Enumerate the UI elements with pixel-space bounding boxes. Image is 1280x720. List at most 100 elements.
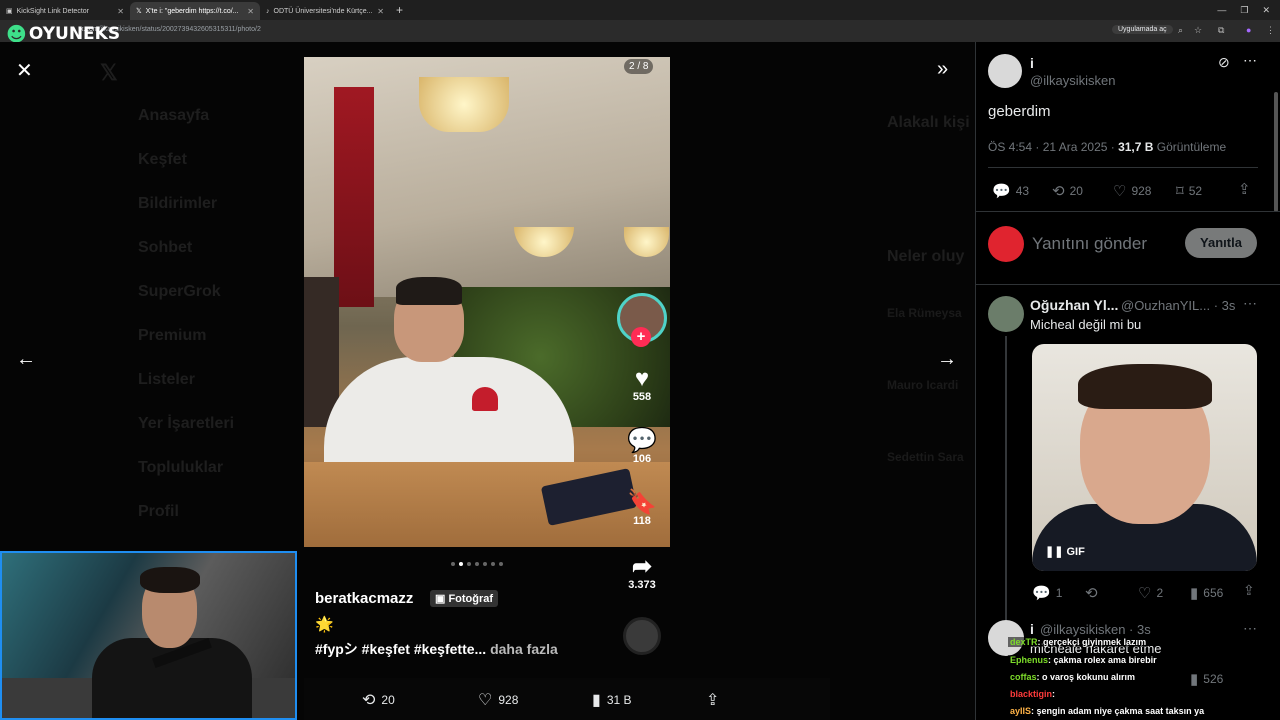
divider (976, 211, 1280, 212)
menu-icon[interactable]: ⋮ (1266, 25, 1275, 36)
related-heading: Alakalı kişi (887, 114, 970, 131)
chat-message: blacktigin: (1008, 689, 1058, 699)
reply-icon: 💬 (992, 183, 1011, 200)
carousel-dot[interactable] (499, 562, 503, 566)
retweet-icon: ⟲ (1052, 183, 1065, 200)
more-options-icon[interactable]: ⋯ (1243, 52, 1257, 69)
prev-arrow-icon[interactable]: ← (16, 348, 36, 371)
like-action[interactable]: ♥ 558 (624, 367, 660, 404)
carousel-dot[interactable] (451, 562, 455, 566)
share-button[interactable]: ⇪ (706, 690, 719, 710)
author-avatar[interactable] (988, 54, 1022, 88)
reply-button[interactable]: Yanıtla (1185, 228, 1257, 258)
close-tab-icon[interactable]: ✕ (247, 7, 254, 16)
more-options-icon[interactable]: ⋯ (1243, 620, 1257, 637)
close-window-icon[interactable]: ✕ (1262, 5, 1270, 16)
reply2-views[interactable]: ▮ 526 (1190, 670, 1223, 688)
author-name[interactable]: i (1030, 55, 1034, 71)
scrollbar[interactable] (1274, 92, 1278, 212)
browser-tab[interactable]: ▣ KickSight Link Detector ✕ (0, 2, 130, 20)
reply-retweet[interactable]: ⟲ (1085, 584, 1098, 602)
reply-author-name[interactable]: Oğuzhan Yl... (1030, 297, 1118, 313)
save-action[interactable]: 🔖 118 (624, 489, 660, 528)
gif-hair (1078, 364, 1212, 409)
retweet-count[interactable]: ⟲ 20 (1052, 182, 1083, 200)
like-button[interactable]: ♡ 928 (478, 690, 518, 710)
chat-message: dexTR: gerçekçi giyinmek lazım (1008, 637, 1149, 647)
nav-notifications: Bildirimler (138, 195, 218, 212)
browser-tab[interactable]: ♪ ODTÜ Üniversitesi'nde Kürtçe... ✕ (260, 2, 390, 20)
retweet-icon: ⟲ (362, 692, 376, 709)
carousel-dot[interactable] (467, 562, 471, 566)
carousel-dot[interactable] (491, 562, 495, 566)
reply2-author-name[interactable]: i (1030, 621, 1034, 637)
caption-emoji: 🌟 (315, 616, 334, 633)
nav-bookmarks: Yer İşaretleri (138, 415, 235, 432)
address-bar[interactable]: x.com/ilkaysikisken/status/2002739432605… (0, 20, 1280, 42)
reply-count[interactable]: 💬 43 (992, 182, 1029, 200)
reply-gif[interactable] (1032, 344, 1257, 571)
retweet-icon: ⟲ (1085, 585, 1098, 602)
reply-reply-count[interactable]: 💬 1 (1032, 584, 1062, 602)
reply-author-handle[interactable]: @OuzhanYIL... · 3s (1121, 298, 1235, 313)
close-tab-icon[interactable]: ✕ (117, 7, 124, 16)
open-in-app-chip[interactable]: Uygulamada aç (1112, 25, 1173, 34)
bookmark-outline-icon: ⌑ (1176, 183, 1184, 200)
share-arrow-icon: ➦ (631, 553, 653, 580)
carousel-dot[interactable] (483, 562, 487, 566)
tweet-text: geberdim (988, 103, 1051, 120)
carousel-dot[interactable] (459, 562, 463, 566)
reply2-author-handle[interactable]: @ilkaysikisken · 3s (1040, 622, 1151, 637)
new-tab-button[interactable]: + (396, 3, 403, 17)
my-avatar (988, 226, 1024, 262)
follow-plus-button[interactable]: + (631, 327, 651, 347)
creator-username[interactable]: beratkacmazz (315, 590, 413, 607)
nav-chat: Sohbet (138, 239, 193, 256)
bookmark-icon: 🔖 (627, 489, 657, 516)
nav-profile: Profil (138, 503, 179, 520)
views-button[interactable]: ▮ 31 B (592, 690, 632, 710)
zoom-icon[interactable]: ⌕ (1178, 25, 1183, 36)
webcam-overlay (0, 551, 297, 720)
browser-tab-active[interactable]: 𝕏 X'te i: "geberdim https://t.co/... ✕ (130, 2, 260, 20)
carousel-dots (451, 562, 503, 566)
photo-icon: ▣ (435, 593, 449, 605)
bookmark-count[interactable]: ⌑ 52 (1176, 182, 1202, 200)
comment-action[interactable]: 💬 106 (624, 429, 660, 466)
gif-badge[interactable]: ❚❚ GIF (1045, 545, 1085, 558)
share-action[interactable]: ➦ 3.373 (624, 553, 660, 592)
nav-explore: Keşfet (138, 151, 187, 168)
next-arrow-icon[interactable]: → (937, 348, 957, 371)
trend-item: Mauro Icardi (887, 378, 959, 392)
collapse-panel-icon[interactable]: » (937, 58, 948, 81)
browser-tabbar: ▣ KickSight Link Detector ✕ 𝕏 X'te i: "gebe… (0, 0, 1280, 20)
media-photo[interactable] (304, 57, 670, 547)
more-options-icon[interactable]: ⋯ (1243, 295, 1257, 312)
photo-badge: ▣ Fotoğraf (430, 590, 499, 607)
star-icon[interactable]: ☆ (1194, 25, 1202, 36)
tab-icon: ▣ (6, 8, 13, 15)
reply-input[interactable]: Yanıtını gönder (1032, 234, 1147, 254)
carousel-dot[interactable] (475, 562, 479, 566)
heart-outline-icon: ♡ (478, 692, 493, 709)
share-icon[interactable]: ⇪ (1243, 582, 1255, 599)
author-handle[interactable]: @ilkaysikisken (1030, 73, 1115, 88)
reply-views[interactable]: ▮ 656 (1190, 584, 1223, 602)
reply-avatar[interactable] (988, 296, 1024, 332)
tiktok-icon: ♪ (266, 7, 270, 15)
bar-chart-icon: ▮ (592, 692, 601, 709)
more-link[interactable]: daha fazla (490, 641, 558, 657)
trends-heading: Neler oluy (887, 248, 965, 265)
close-tab-icon[interactable]: ✕ (377, 7, 384, 16)
music-disc[interactable] (623, 617, 661, 655)
profile-icon[interactable]: ● (1246, 25, 1251, 35)
close-icon[interactable]: ✕ (16, 58, 33, 83)
extensions-icon[interactable]: ⧉ (1218, 25, 1224, 36)
retweet-button[interactable]: ⟲ 20 (362, 690, 395, 710)
share-icon[interactable]: ⇪ (1238, 180, 1251, 198)
minimize-icon[interactable]: — (1217, 5, 1226, 16)
reply-like-count[interactable]: ♡ 2 (1138, 584, 1163, 602)
like-count[interactable]: ♡ 928 (1113, 182, 1151, 200)
restore-icon[interactable]: ❐ (1240, 5, 1248, 16)
grok-icon[interactable]: ⊘ (1218, 54, 1230, 71)
